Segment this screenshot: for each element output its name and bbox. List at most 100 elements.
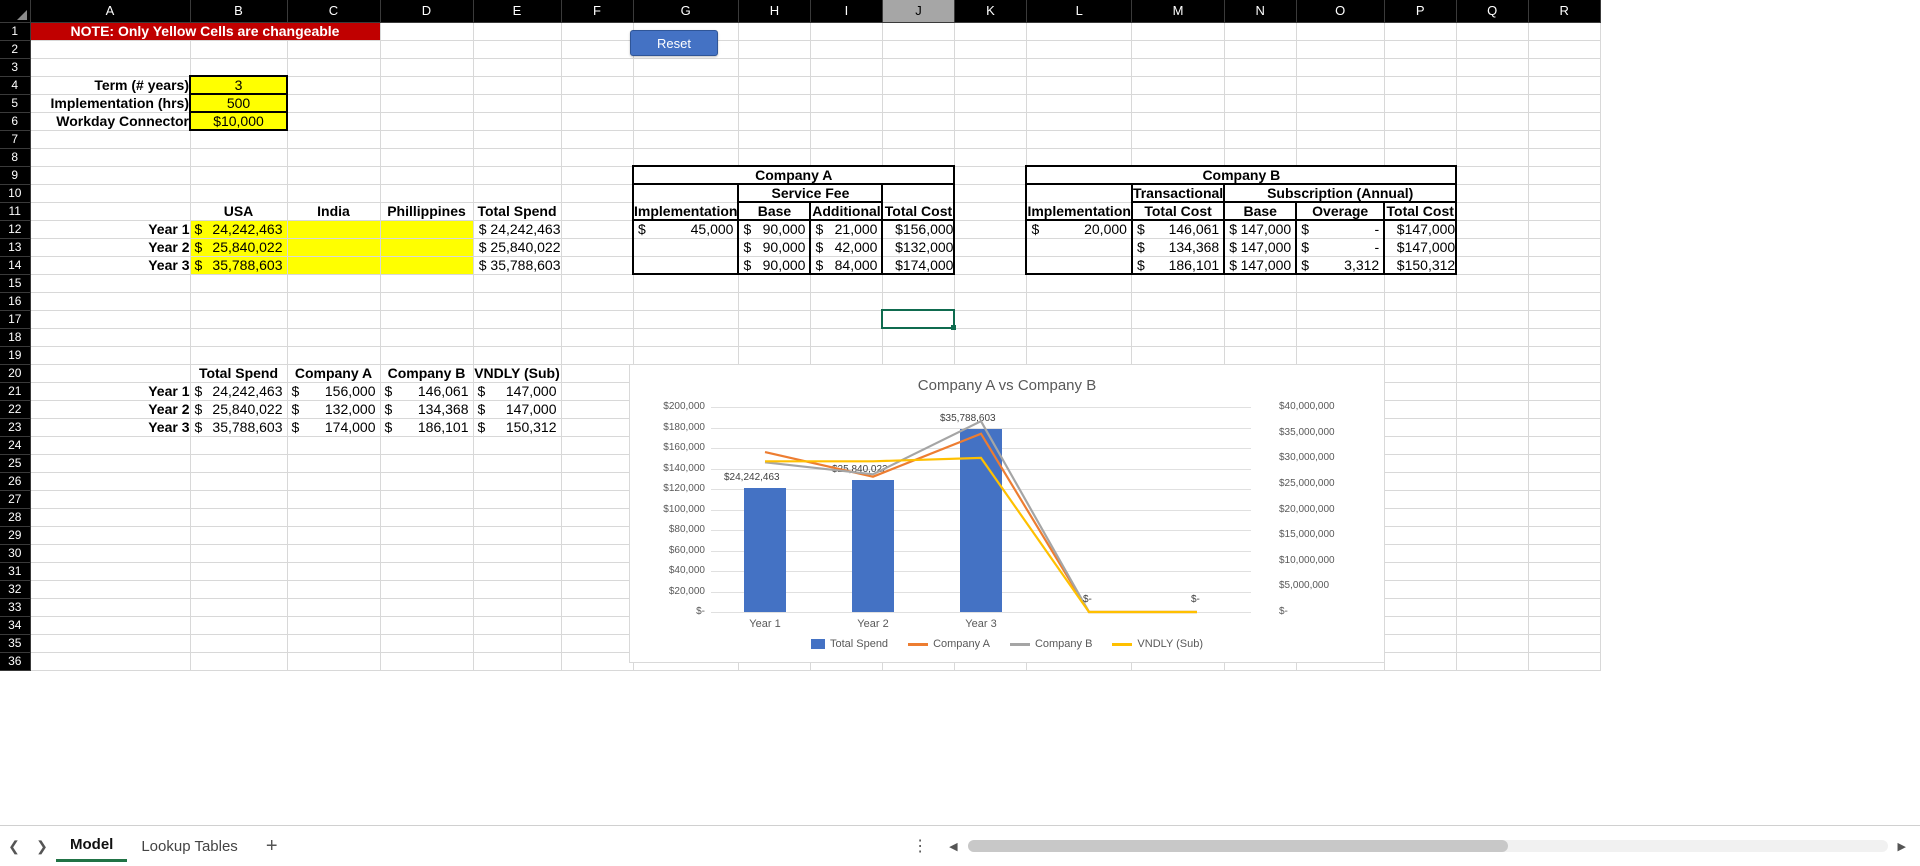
cell-C21[interactable]: $156,000 [287,382,381,401]
row-header-13[interactable]: 13 [0,238,31,257]
cell-K3[interactable] [954,58,1027,77]
legend-item[interactable]: Company A [908,638,990,650]
cell-K8[interactable] [954,148,1027,167]
column-header-i[interactable]: I [810,0,883,23]
column-header-r[interactable]: R [1528,0,1601,23]
cell-A4[interactable]: Term (# years) [30,76,191,95]
cell-N6[interactable] [1224,112,1297,131]
cell-G4[interactable] [633,76,739,95]
cell-B7[interactable] [190,130,288,149]
cell-L16[interactable] [1026,292,1133,311]
cell-R11[interactable] [1528,202,1601,221]
row-header-6[interactable]: 6 [0,112,31,131]
cell-R24[interactable] [1528,436,1601,455]
cell-P29[interactable] [1384,526,1457,545]
cell-F31[interactable] [561,562,634,581]
cell-K19[interactable] [954,346,1027,365]
cell-D23[interactable]: $186,101 [380,418,474,437]
cell-E35[interactable] [473,634,562,653]
cell-F25[interactable] [561,454,634,473]
row-header-20[interactable]: 20 [0,364,31,383]
sheet-row[interactable]: 2 [0,40,1601,59]
cell-J16[interactable] [882,292,955,311]
cell-R5[interactable] [1528,94,1601,113]
cell-J14[interactable]: $174,000 [882,256,956,275]
cell-C20[interactable]: Company A [287,364,381,383]
cell-F12[interactable] [561,220,634,239]
cell-K16[interactable] [954,292,1027,311]
cell-O18[interactable] [1296,328,1385,347]
cell-L5[interactable] [1026,94,1133,113]
cell-I17[interactable] [810,310,883,329]
cell-A33[interactable] [30,598,191,617]
cell-Q36[interactable] [1456,652,1529,671]
cell-R26[interactable] [1528,472,1601,491]
cell-P2[interactable] [1384,40,1457,59]
cell-H14[interactable]: $90,000 [738,256,812,275]
cell-B21[interactable]: $24,242,463 [190,382,288,401]
cell-N7[interactable] [1224,130,1297,149]
cell-F3[interactable] [561,58,634,77]
cell-Q15[interactable] [1456,274,1529,293]
cell-N10[interactable]: Subscription (Annual) [1224,184,1458,203]
cell-C26[interactable] [287,472,381,491]
cell-L13[interactable] [1025,238,1133,257]
cell-C22[interactable]: $132,000 [287,400,381,419]
cell-M7[interactable] [1131,130,1225,149]
cell-R36[interactable] [1528,652,1601,671]
cell-R18[interactable] [1528,328,1601,347]
sheet-tab-bar[interactable]: ❮ ❯ Model Lookup Tables + ⋮ ◀ ▶ [0,825,1920,866]
column-header-d[interactable]: D [380,0,474,23]
cell-I2[interactable] [810,40,883,59]
cell-Q13[interactable] [1456,238,1529,257]
cell-Q14[interactable] [1456,256,1529,275]
cell-D25[interactable] [380,454,474,473]
cell-P30[interactable] [1384,544,1457,563]
cell-P23[interactable] [1384,418,1457,437]
cell-D10[interactable] [380,184,474,203]
sheet-row[interactable]: 15 [0,274,1601,293]
cell-I13[interactable]: $42,000 [810,238,884,257]
cell-G12[interactable]: $45,000 [631,220,740,239]
sheet-row[interactable]: 6 Workday Connector $10,000 [0,111,1601,131]
cell-Q2[interactable] [1456,40,1529,59]
cell-P21[interactable] [1384,382,1457,401]
cell-E19[interactable] [473,346,562,365]
row-header-24[interactable]: 24 [0,436,31,455]
column-header-a[interactable]: A [30,0,191,23]
cell-D35[interactable] [380,634,474,653]
cell-E17[interactable] [473,310,562,329]
cell-H10[interactable]: Service Fee [738,184,884,203]
cell-O5[interactable] [1296,94,1385,113]
cell-D4[interactable] [380,76,474,95]
cell-B33[interactable] [190,598,288,617]
cell-G15[interactable] [633,274,739,293]
cell-F8[interactable] [561,148,634,167]
cell-P6[interactable] [1384,112,1457,131]
cell-N2[interactable] [1224,40,1297,59]
cell-H8[interactable] [738,148,811,167]
cell-I5[interactable] [810,94,883,113]
cell-D30[interactable] [380,544,474,563]
row-header-22[interactable]: 22 [0,400,31,419]
cell-H15[interactable] [738,274,811,293]
cell-F35[interactable] [561,634,634,653]
column-header-h[interactable]: H [738,0,811,23]
cell-G6[interactable] [633,112,739,131]
cell-F10[interactable] [561,184,634,203]
cell-A34[interactable] [30,616,191,635]
cell-P28[interactable] [1384,508,1457,527]
cell-A7[interactable] [30,130,191,149]
cell-P14[interactable]: $150,312 [1384,256,1458,275]
cell-D14[interactable] [380,256,474,275]
cell-K2[interactable] [954,40,1027,59]
cell-E23[interactable]: $150,312 [473,418,562,437]
cell-E27[interactable] [473,490,562,509]
cell-O1[interactable] [1296,22,1385,41]
cell-A18[interactable] [30,328,191,347]
cell-P7[interactable] [1384,130,1457,149]
cell-F23[interactable] [561,418,634,437]
cell-K1[interactable] [954,22,1027,41]
cell-I7[interactable] [810,130,883,149]
cell-D9[interactable] [380,166,474,185]
